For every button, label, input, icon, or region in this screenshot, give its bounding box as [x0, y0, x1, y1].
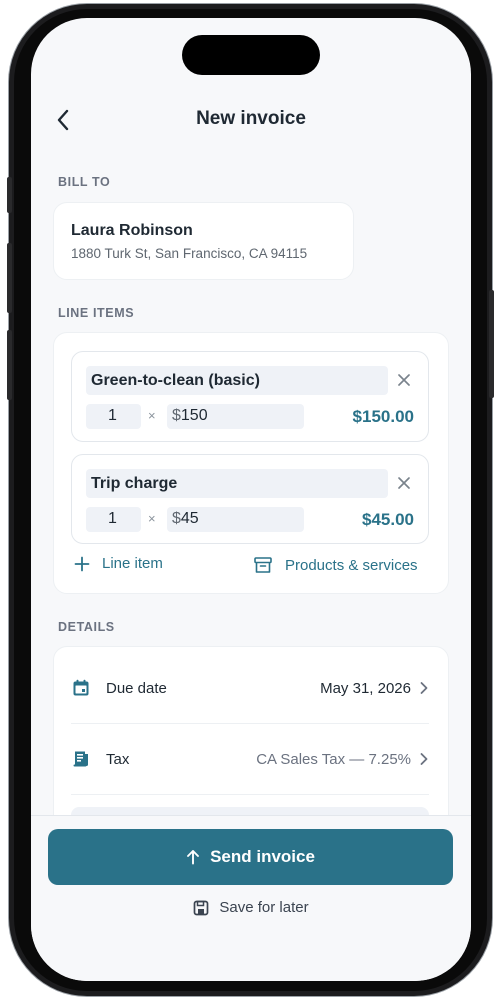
tax-label: Tax [106, 750, 130, 768]
save-icon [194, 900, 209, 915]
item-total: $150.00 [352, 407, 414, 426]
client-address: 1880 Turk St, San Francisco, CA 94115 [71, 246, 308, 261]
side-button-volume-down [7, 330, 12, 400]
due-date-value: May 31, 2026 [320, 679, 411, 697]
nav-header: New invoice [31, 98, 471, 142]
side-button-volume-up [7, 243, 12, 313]
calendar-icon [71, 678, 91, 698]
quantity-input[interactable]: 1 [86, 404, 141, 429]
send-invoice-button[interactable]: Send invoice [48, 829, 453, 885]
add-line-item-button[interactable]: Line item [74, 555, 163, 572]
arrow-up-icon [187, 850, 200, 865]
line-items-card: Green-to-clean (basic) 1 × $150 $150.00 … [53, 332, 449, 594]
remove-item-button[interactable] [396, 475, 412, 491]
chevron-right-icon [420, 682, 428, 694]
page-title: New invoice [196, 108, 306, 129]
products-services-button[interactable]: Products & services [253, 555, 418, 575]
times-sign: × [148, 511, 156, 526]
item-total: $45.00 [362, 510, 414, 529]
item-name-input[interactable]: Green-to-clean (basic) [86, 366, 388, 395]
tax-value: CA Sales Tax — 7.25% [256, 750, 411, 768]
archive-box-icon [254, 557, 272, 573]
due-date-row[interactable]: Due date May 31, 2026 [71, 653, 429, 723]
unit-price-value: 150 [180, 407, 208, 424]
line-items-label: LINE ITEMS [58, 306, 135, 320]
row-divider [71, 794, 429, 795]
line-item: Green-to-clean (basic) 1 × $150 $150.00 [71, 351, 429, 442]
plus-icon [74, 556, 90, 571]
quantity-input[interactable]: 1 [86, 507, 141, 532]
side-button-mute [7, 177, 12, 213]
receipt-icon [71, 749, 91, 769]
close-icon [398, 477, 410, 489]
close-icon [398, 374, 410, 386]
unit-price-value: 45 [180, 510, 199, 527]
unit-price-input[interactable]: $45 [167, 507, 304, 532]
tax-row[interactable]: Tax CA Sales Tax — 7.25% [71, 724, 429, 794]
client-card[interactable]: Laura Robinson 1880 Turk St, San Francis… [53, 202, 354, 280]
remove-item-button[interactable] [396, 372, 412, 388]
side-button-power [489, 290, 494, 398]
send-invoice-label: Send invoice [210, 847, 315, 866]
add-line-item-label: Line item [102, 555, 163, 572]
app-screen: New invoice BILL TO Laura Robinson 1880 … [31, 18, 471, 981]
unit-price-input[interactable]: $150 [167, 404, 304, 429]
due-date-label: Due date [106, 679, 167, 697]
details-label: DETAILS [58, 620, 115, 634]
products-services-label: Products & services [285, 556, 418, 574]
item-name-input[interactable]: Trip charge [86, 469, 388, 498]
line-item: Trip charge 1 × $45 $45.00 [71, 454, 429, 544]
save-for-later-button[interactable]: Save for later [31, 899, 471, 916]
currency-symbol: $ [172, 510, 181, 527]
chevron-right-icon [420, 753, 428, 765]
currency-symbol: $ [172, 407, 181, 424]
times-sign: × [148, 408, 156, 423]
bottom-action-bar: Send invoice Save for later [31, 815, 471, 981]
save-for-later-label: Save for later [219, 899, 309, 916]
bill-to-label: BILL TO [58, 175, 111, 189]
client-name: Laura Robinson [71, 222, 193, 239]
dynamic-island [182, 35, 320, 75]
